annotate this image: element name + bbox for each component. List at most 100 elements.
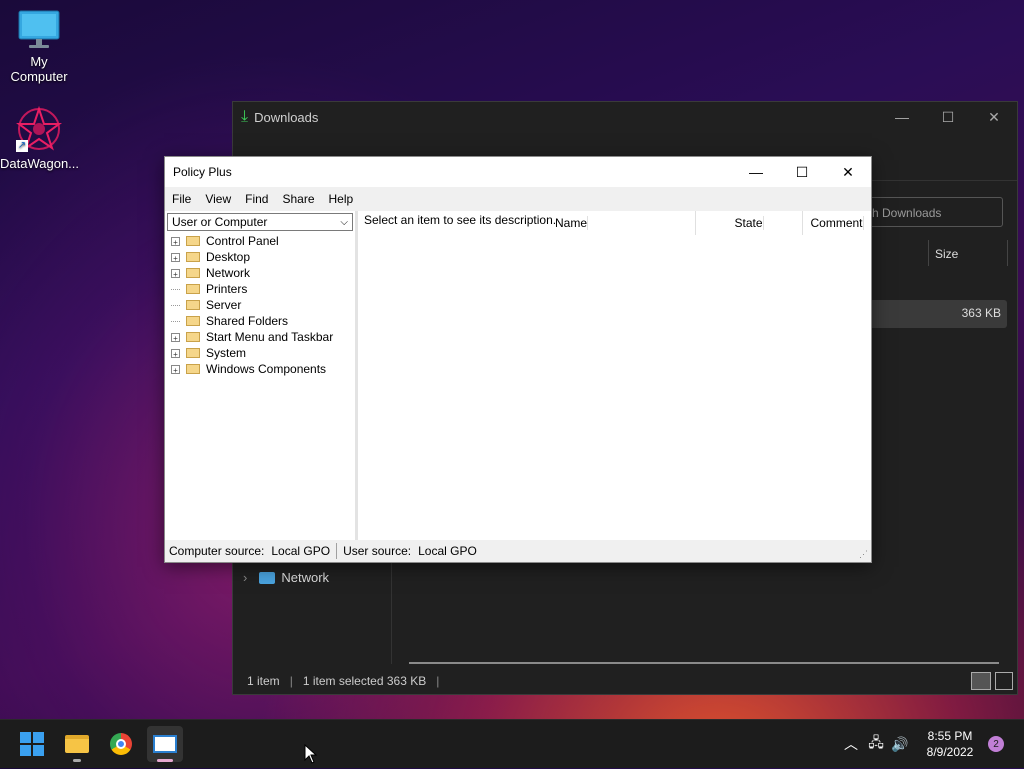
category-tree: + Control Panel + Desktop + Network Printer… (165, 233, 355, 377)
monitor-icon (18, 10, 60, 50)
horizontal-scrollbar[interactable] (409, 662, 999, 664)
folder-icon (186, 236, 200, 246)
tree-item-start-menu[interactable]: + Start Menu and Taskbar (165, 329, 355, 345)
folder-icon (186, 348, 200, 358)
expand-icon[interactable]: + (171, 268, 180, 279)
column-name[interactable]: Name (541, 211, 696, 235)
tree-item-label: Control Panel (206, 234, 279, 248)
tree-item-desktop[interactable]: + Desktop (165, 249, 355, 265)
expand-icon[interactable]: + (171, 236, 180, 247)
nav-item-network[interactable]: › Network (243, 570, 329, 585)
network-icon (259, 571, 276, 584)
system-tray: ︿ 🖧 🔊 8:55 PM 8/9/2022 2 (838, 720, 1024, 768)
pp-menubar: File View Find Share Help (165, 187, 871, 211)
explorer-column-header: Size (853, 240, 1013, 270)
policy-source-select[interactable]: User or Computer ⌵ (167, 213, 353, 231)
explorer-search-input[interactable]: h Downloads (853, 197, 1003, 227)
column-name-label: Name (555, 216, 589, 230)
policy-plus-icon (153, 735, 177, 753)
column-size[interactable]: Size (935, 247, 958, 261)
menu-help[interactable]: Help (322, 192, 361, 206)
tree-item-label: Shared Folders (206, 314, 289, 328)
clock-date: 8/9/2022 (926, 745, 974, 759)
tree-item-system[interactable]: + System (165, 345, 355, 361)
column-state[interactable]: State (696, 211, 803, 235)
tree-item-label: Start Menu and Taskbar (206, 330, 334, 344)
user-source-label: User source: (343, 544, 412, 558)
explorer-close-button[interactable]: ✕ (971, 102, 1017, 132)
tree-item-shared-folders[interactable]: Shared Folders (165, 313, 355, 329)
chevron-right-icon[interactable]: › (243, 570, 247, 585)
shortcut-arrow-icon: ↗ (16, 140, 28, 152)
notification-badge[interactable]: 2 (988, 736, 1004, 752)
pp-minimize-button[interactable]: — (733, 157, 779, 187)
folder-icon (186, 332, 200, 342)
windows-start-icon (20, 732, 44, 756)
explorer-title: Downloads (254, 109, 319, 125)
taskbar-chrome[interactable] (103, 726, 139, 762)
pp-category-pane: User or Computer ⌵ + Control Panel + Deskt… (165, 211, 355, 540)
policy-plus-window[interactable]: Policy Plus — ☐ ✕ File View Find Share H… (164, 156, 872, 563)
start-button[interactable] (14, 726, 50, 762)
chevron-up-icon[interactable]: ︿ (838, 734, 864, 754)
explorer-statusbar: 1 item | 1 item selected 363 KB | (233, 668, 1017, 694)
tree-item-label: Server (206, 298, 242, 312)
expand-icon[interactable]: + (171, 348, 180, 359)
computer-source-label: Computer source: (169, 544, 265, 558)
tree-item-control-panel[interactable]: + Control Panel (165, 233, 355, 249)
folder-icon (186, 316, 200, 326)
resize-grip-icon[interactable]: ⋰ (859, 549, 868, 560)
pp-close-button[interactable]: ✕ (825, 157, 871, 187)
nav-item-label: Network (281, 570, 330, 585)
tree-item-label: Windows Components (206, 362, 327, 376)
clock-time: 8:55 PM (927, 729, 973, 743)
desktop-icon-datawagon[interactable]: ↗ DataWagon... (0, 105, 80, 171)
menu-view[interactable]: View (198, 192, 238, 206)
policy-list-header: Name State Comment (541, 211, 871, 235)
explorer-minimize-button[interactable]: — (879, 102, 925, 132)
pp-policy-pane: Select an item to see its description. N… (358, 211, 871, 540)
details-view-icon[interactable] (971, 672, 991, 690)
volume-icon[interactable]: 🔊 (888, 736, 912, 753)
tree-item-server[interactable]: Server (165, 297, 355, 313)
file-size: 363 KB (961, 306, 1001, 320)
folder-icon (186, 268, 200, 278)
tree-item-printers[interactable]: Printers (165, 281, 355, 297)
menu-file[interactable]: File (165, 192, 198, 206)
explorer-maximize-button[interactable]: ☐ (925, 102, 971, 132)
policy-source-value: User or Computer (172, 215, 268, 229)
expand-icon[interactable]: + (171, 364, 180, 375)
datawagon-app-icon: ↗ (16, 105, 62, 152)
chevron-down-icon: ⌵ (340, 216, 348, 228)
folder-icon (186, 300, 200, 310)
expand-icon[interactable]: + (171, 332, 180, 343)
computer-source-value: Local GPO (271, 544, 331, 558)
desktop-icon-my-computer[interactable]: My Computer (0, 10, 78, 84)
tree-item-label: Desktop (206, 250, 251, 264)
menu-share[interactable]: Share (275, 192, 321, 206)
expand-icon[interactable]: + (171, 252, 180, 263)
menu-find[interactable]: Find (238, 192, 275, 206)
pp-statusbar: Computer source: Local GPO User source: … (165, 540, 871, 562)
status-item-count: 1 item (247, 674, 280, 688)
taskbar-file-explorer[interactable] (59, 726, 95, 762)
file-explorer-icon (65, 735, 89, 753)
taskbar-policy-plus[interactable] (147, 726, 183, 762)
tiles-view-icon[interactable] (995, 672, 1013, 690)
status-selection: 1 item selected 363 KB (302, 674, 427, 688)
column-state-label: State (734, 216, 764, 230)
tree-item-network[interactable]: + Network (165, 265, 355, 281)
tree-item-label: System (206, 346, 247, 360)
file-row[interactable]: n 363 KB (853, 300, 1007, 328)
column-comment-label: Comment (810, 216, 864, 230)
pp-title: Policy Plus (173, 165, 232, 179)
tree-item-label: Network (206, 266, 251, 280)
folder-icon (186, 252, 200, 262)
tree-item-label: Printers (206, 282, 248, 296)
column-comment[interactable]: Comment (803, 211, 871, 235)
network-icon[interactable]: 🖧 (864, 732, 888, 756)
tree-item-windows-components[interactable]: + Windows Components (165, 361, 355, 377)
pp-maximize-button[interactable]: ☐ (779, 157, 825, 187)
clock[interactable]: 8:55 PM 8/9/2022 (912, 728, 988, 760)
desktop-icon-label: DataWagon... (0, 156, 80, 171)
